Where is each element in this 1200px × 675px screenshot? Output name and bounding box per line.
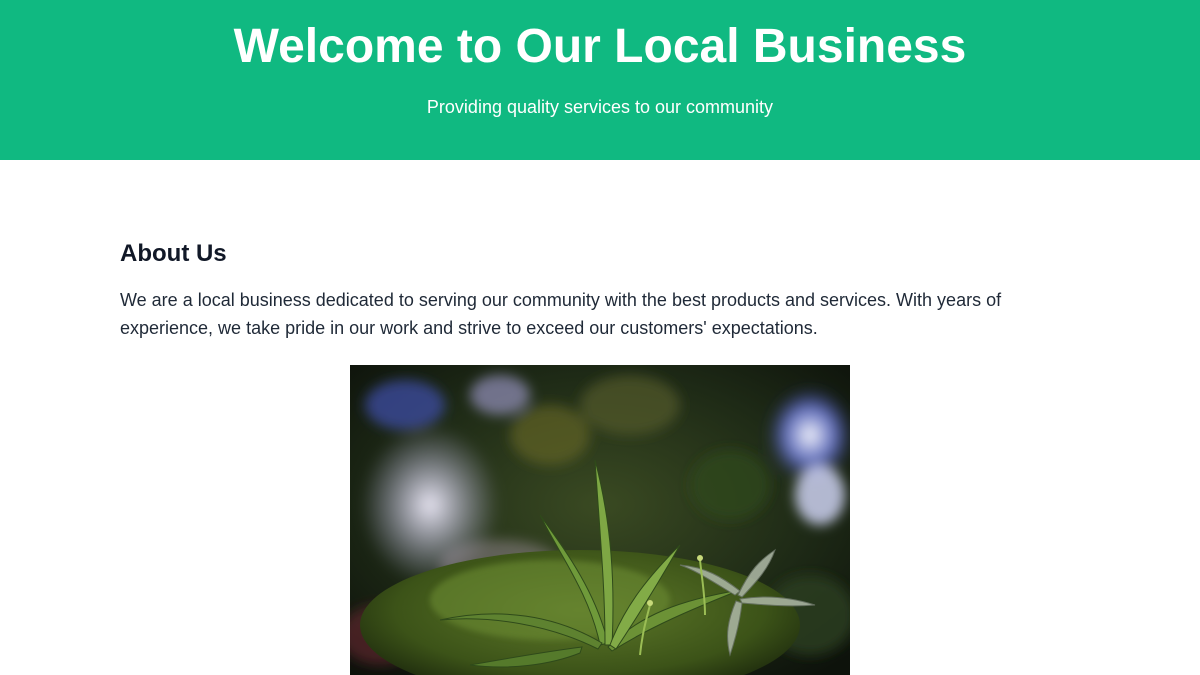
hero-banner: Welcome to Our Local Business Providing … — [0, 0, 1200, 160]
plant-photo-illustration — [350, 365, 850, 675]
about-text: We are a local business dedicated to ser… — [120, 290, 1002, 338]
plant-photo — [350, 365, 850, 675]
about-heading: About Us — [120, 240, 227, 267]
hero-subtitle: Providing quality services to our commun… — [426, 97, 774, 117]
about-section: About Us We are a local business dedicat… — [120, 238, 1080, 342]
hero-title: Welcome to Our Local Business — [233, 20, 967, 73]
